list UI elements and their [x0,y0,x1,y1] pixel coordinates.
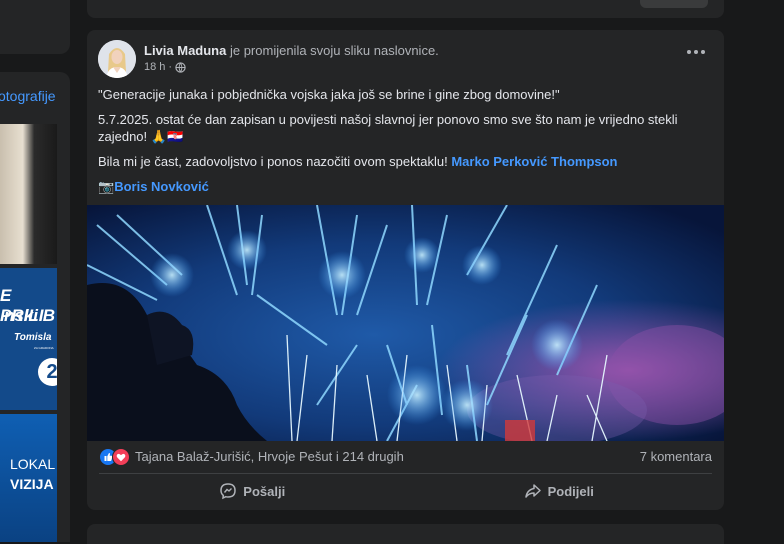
post-text: "Generacije junaka i pobjednička vojska … [98,86,698,203]
mention-novkovic[interactable]: Boris Novković [114,179,209,194]
post-actions: Pošalji Podijeli [99,475,712,507]
banner-text-3: Tomisla [14,332,52,343]
banner2-text-2: VIZIJA [10,476,54,492]
previous-post-button[interactable] [640,0,708,8]
messenger-icon [220,483,237,500]
left-column: otografije E PRILI nski B Tomisla ZA GRA… [0,0,72,542]
banner-text-2: nski B [4,306,56,325]
previous-post-card [87,0,724,18]
send-label: Pošalji [243,483,286,499]
photos-link[interactable]: otografije [0,88,56,104]
left-top-card [0,0,70,54]
more-options-icon[interactable] [686,48,706,56]
globe-icon[interactable] [175,61,186,73]
reaction-names[interactable]: Tajana Balaž-Jurišić, Hrvoje Pešut i 214… [135,449,404,464]
photo-thumbnail-2[interactable]: E PRILI nski B Tomisla ZA GRADONA 2 [0,268,57,410]
post-header: Livia Maduna je promijenila svoju sliku … [144,43,439,58]
share-icon [524,484,541,498]
post-action-text: je promijenila svoju sliku naslovnice. [226,43,439,58]
photo-thumbnail-1[interactable] [0,124,57,264]
banner-number: 2 [38,358,57,386]
love-reaction-icon [112,448,130,466]
author-name[interactable]: Livia Maduna [144,43,226,58]
banner2-text-1: LOKAL [10,456,56,472]
actions-divider [99,473,712,474]
post-card: Livia Maduna je promijenila svoju sliku … [87,30,724,510]
post-paragraph-1: "Generacije junaka i pobjednička vojska … [98,87,560,102]
camera-emoji: 📷 [98,179,115,194]
share-label: Podijeli [547,483,594,499]
photos-card: otografije E PRILI nski B Tomisla ZA GRA… [0,72,70,542]
comments-count[interactable]: 7 komentara [640,449,712,464]
post-paragraph-3: Bila mi je čast, zadovoljstvo i ponos na… [98,153,698,170]
photo-thumbnail-3[interactable]: LOKAL VIZIJA [0,414,57,542]
share-button[interactable]: Podijeli [406,475,713,507]
meta-dot: · [168,61,173,73]
post-time[interactable]: 18 h [144,61,165,73]
feed-scrollbar[interactable] [731,0,739,532]
post-image-fireworks[interactable] [87,205,724,441]
banner-text-4: ZA GRADONA [34,346,54,350]
reaction-icons[interactable] [99,448,133,466]
post-paragraph-2: 5.7.2025. ostat će dan zapisan u povijes… [98,112,678,144]
next-post-card [87,524,724,544]
paragraph-3-text: Bila mi je čast, zadovoljstvo i ponos na… [98,154,452,169]
author-avatar[interactable] [98,40,136,78]
post-paragraph-4: 📷Boris Novković [98,178,698,195]
post-meta: 18 h · [144,61,186,73]
mention-thompson[interactable]: Marko Perković Thompson [451,154,617,169]
reactions-row: Tajana Balaž-Jurišić, Hrvoje Pešut i 214… [99,448,712,466]
send-button[interactable]: Pošalji [99,475,406,507]
